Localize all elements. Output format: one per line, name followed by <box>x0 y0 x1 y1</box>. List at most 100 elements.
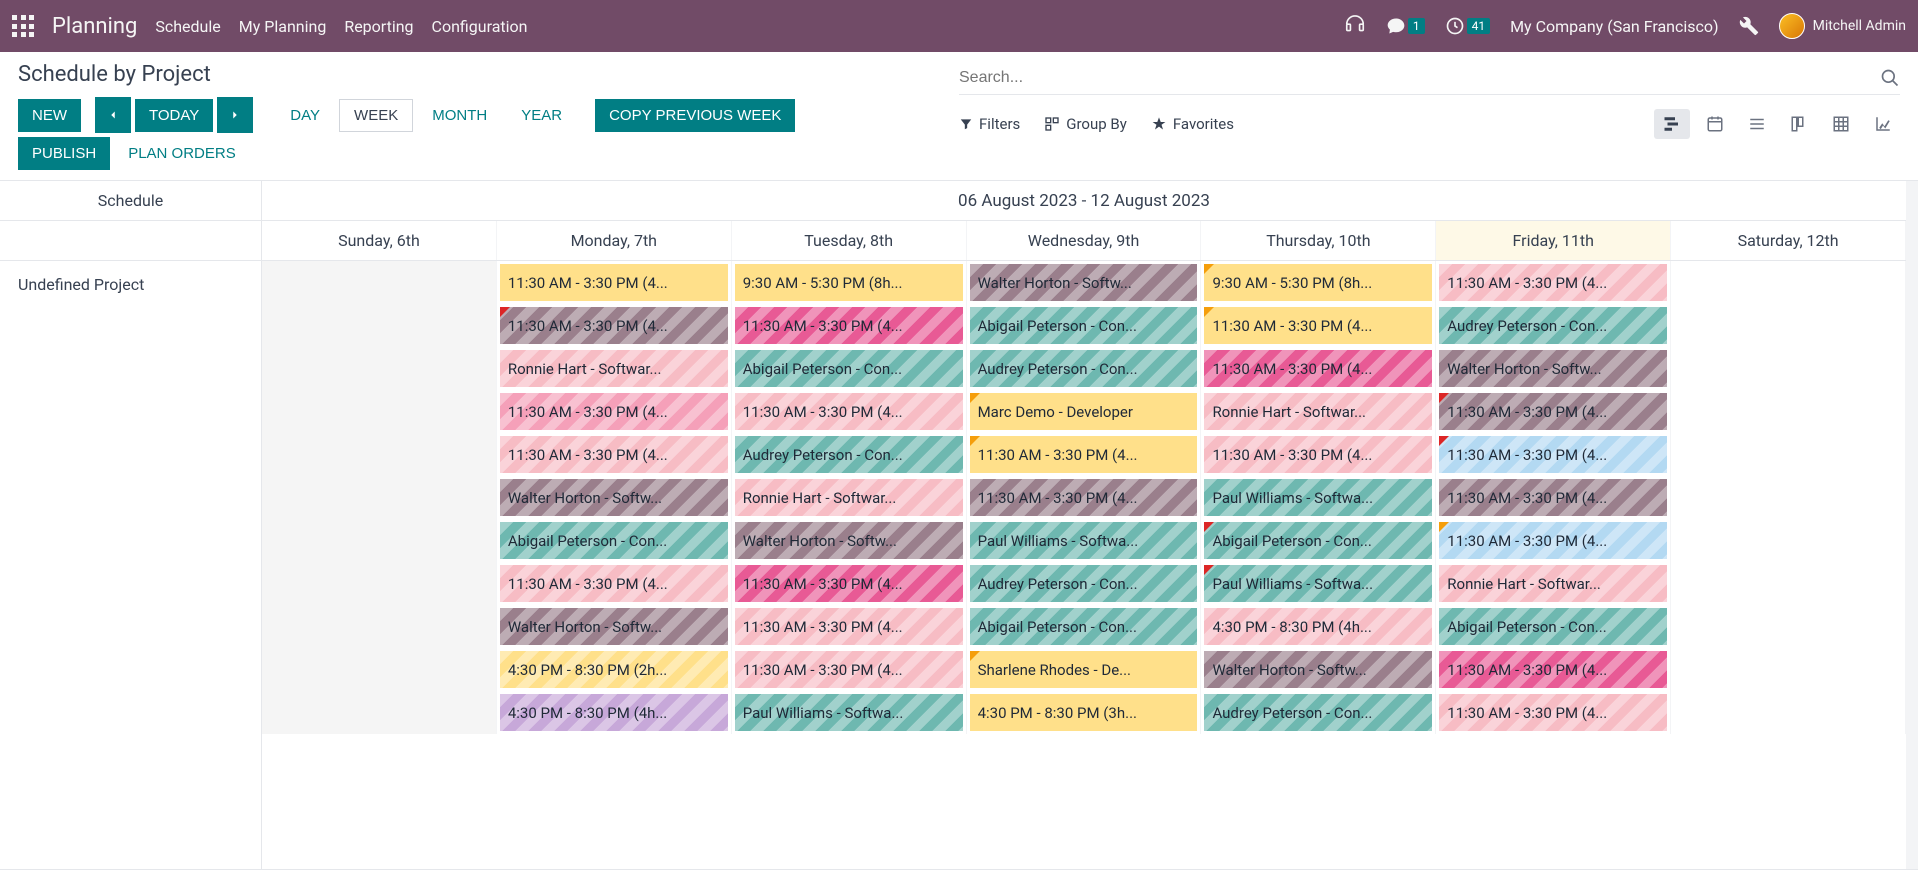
schedule-slot[interactable]: Walter Horton - Softw... <box>1204 651 1432 688</box>
schedule-slot[interactable]: Ronnie Hart - Softwar... <box>1439 565 1667 602</box>
gantt-view-icon[interactable] <box>1654 109 1690 139</box>
schedule-slot[interactable]: Paul Williams - Softwa... <box>1204 479 1432 516</box>
day-header[interactable]: Tuesday, 8th <box>732 221 967 260</box>
schedule-slot[interactable]: 11:30 AM - 3:30 PM (4... <box>970 436 1198 473</box>
schedule-slot[interactable]: 4:30 PM - 8:30 PM (3h... <box>970 694 1198 731</box>
schedule-slot[interactable]: Walter Horton - Softw... <box>500 479 728 516</box>
plan-orders-button[interactable]: PLAN ORDERS <box>114 137 250 170</box>
schedule-slot[interactable]: Abigail Peterson - Con... <box>970 307 1198 344</box>
day-header[interactable]: Saturday, 12th <box>1671 221 1906 260</box>
schedule-slot[interactable]: 4:30 PM - 8:30 PM (4h... <box>500 694 728 731</box>
voip-icon[interactable] <box>1344 15 1366 37</box>
schedule-slot[interactable]: Ronnie Hart - Softwar... <box>735 479 963 516</box>
pivot-view-icon[interactable] <box>1824 109 1858 139</box>
schedule-slot[interactable]: 11:30 AM - 3:30 PM (4... <box>735 608 963 645</box>
date-range: 06 August 2023 - 12 August 2023 <box>262 181 1906 221</box>
schedule-slot[interactable]: 11:30 AM - 3:30 PM (4... <box>500 436 728 473</box>
copy-previous-button[interactable]: COPY PREVIOUS WEEK <box>595 99 795 132</box>
schedule-slot[interactable]: Ronnie Hart - Softwar... <box>500 350 728 387</box>
user-menu[interactable]: Mitchell Admin <box>1779 13 1906 39</box>
schedule-slot[interactable]: 11:30 AM - 3:30 PM (4... <box>500 264 728 301</box>
filters-dropdown[interactable]: Filters <box>959 115 1020 133</box>
schedule-slot[interactable]: 11:30 AM - 3:30 PM (4... <box>735 565 963 602</box>
company-selector[interactable]: My Company (San Francisco) <box>1510 17 1719 36</box>
schedule-slot[interactable]: Abigail Peterson - Con... <box>1204 522 1432 559</box>
schedule-slot[interactable]: 11:30 AM - 3:30 PM (4... <box>735 307 963 344</box>
schedule-slot[interactable]: 11:30 AM - 3:30 PM (4... <box>1439 651 1667 688</box>
schedule-slot[interactable]: Audrey Peterson - Con... <box>970 565 1198 602</box>
favorites-dropdown[interactable]: Favorites <box>1151 115 1234 133</box>
schedule-slot[interactable]: 11:30 AM - 3:30 PM (4... <box>1439 694 1667 731</box>
groupby-dropdown[interactable]: Group By <box>1044 115 1127 133</box>
schedule-slot[interactable]: 4:30 PM - 8:30 PM (4h... <box>1204 608 1432 645</box>
year-scale-button[interactable]: YEAR <box>506 99 577 132</box>
schedule-slot[interactable]: Ronnie Hart - Softwar... <box>1204 393 1432 430</box>
schedule-slot[interactable]: 11:30 AM - 3:30 PM (4... <box>500 393 728 430</box>
page-title: Schedule by Project <box>18 62 959 87</box>
schedule-slot[interactable]: Paul Williams - Softwa... <box>1204 565 1432 602</box>
schedule-slot[interactable]: Walter Horton - Softw... <box>970 264 1198 301</box>
nav-configuration[interactable]: Configuration <box>432 17 528 36</box>
schedule-slot[interactable]: Marc Demo - Developer <box>970 393 1198 430</box>
schedule-slot[interactable]: 11:30 AM - 3:30 PM (4... <box>1439 522 1667 559</box>
day-scale-button[interactable]: DAY <box>275 99 335 132</box>
schedule-slot[interactable]: Abigail Peterson - Con... <box>500 522 728 559</box>
apps-icon[interactable] <box>12 15 34 37</box>
schedule-slot[interactable]: 11:30 AM - 3:30 PM (4... <box>970 479 1198 516</box>
schedule-slot[interactable]: Audrey Peterson - Con... <box>735 436 963 473</box>
schedule-slot[interactable]: 11:30 AM - 3:30 PM (4... <box>1439 479 1667 516</box>
week-scale-button[interactable]: WEEK <box>339 99 413 132</box>
messages-icon[interactable]: 1 <box>1386 16 1425 36</box>
schedule-slot[interactable]: 11:30 AM - 3:30 PM (4... <box>735 651 963 688</box>
schedule-slot[interactable]: Walter Horton - Softw... <box>735 522 963 559</box>
next-button[interactable] <box>217 97 253 133</box>
day-header[interactable]: Friday, 11th <box>1436 221 1671 260</box>
schedule-slot[interactable]: Abigail Peterson - Con... <box>1439 608 1667 645</box>
debug-icon[interactable] <box>1739 16 1759 36</box>
schedule-slot[interactable]: 11:30 AM - 3:30 PM (4... <box>735 393 963 430</box>
list-view-icon[interactable] <box>1740 109 1774 139</box>
month-scale-button[interactable]: MONTH <box>417 99 502 132</box>
schedule-slot[interactable]: Sharlene Rhodes - De... <box>970 651 1198 688</box>
publish-button[interactable]: PUBLISH <box>18 137 110 170</box>
day-header[interactable]: Sunday, 6th <box>262 221 497 260</box>
schedule-slot[interactable]: Walter Horton - Softw... <box>500 608 728 645</box>
nav-schedule[interactable]: Schedule <box>155 17 220 36</box>
schedule-slot[interactable]: Audrey Peterson - Con... <box>970 350 1198 387</box>
prev-button[interactable] <box>95 97 131 133</box>
row-label[interactable]: Undefined Project <box>0 261 261 308</box>
schedule-slot[interactable]: 9:30 AM - 5:30 PM (8h... <box>735 264 963 301</box>
schedule-slot[interactable]: Paul Williams - Softwa... <box>970 522 1198 559</box>
schedule-slot[interactable]: 9:30 AM - 5:30 PM (8h... <box>1204 264 1432 301</box>
schedule-slot[interactable]: 4:30 PM - 8:30 PM (2h... <box>500 651 728 688</box>
day-header[interactable]: Thursday, 10th <box>1201 221 1436 260</box>
schedule-slot[interactable]: 11:30 AM - 3:30 PM (4... <box>500 307 728 344</box>
schedule-slot[interactable]: Abigail Peterson - Con... <box>735 350 963 387</box>
schedule-slot[interactable]: Paul Williams - Softwa... <box>735 694 963 731</box>
graph-view-icon[interactable] <box>1866 109 1900 139</box>
schedule-slot[interactable]: 11:30 AM - 3:30 PM (4... <box>1439 436 1667 473</box>
schedule-slot[interactable]: Abigail Peterson - Con... <box>970 608 1198 645</box>
activities-icon[interactable]: 41 <box>1445 16 1491 36</box>
schedule-slot[interactable]: 11:30 AM - 3:30 PM (4... <box>1204 350 1432 387</box>
kanban-view-icon[interactable] <box>1782 109 1816 139</box>
new-button[interactable]: NEW <box>18 99 81 132</box>
app-name[interactable]: Planning <box>52 14 137 39</box>
search-icon[interactable] <box>1880 68 1900 88</box>
nav-reporting[interactable]: Reporting <box>344 17 413 36</box>
calendar-view-icon[interactable] <box>1698 109 1732 139</box>
side-header: Schedule <box>0 181 261 221</box>
schedule-slot[interactable]: Walter Horton - Softw... <box>1439 350 1667 387</box>
day-header[interactable]: Monday, 7th <box>497 221 732 260</box>
search-input[interactable] <box>959 69 1880 87</box>
schedule-slot[interactable]: 11:30 AM - 3:30 PM (4... <box>1204 307 1432 344</box>
today-button[interactable]: TODAY <box>135 99 213 132</box>
schedule-slot[interactable]: 11:30 AM - 3:30 PM (4... <box>1439 393 1667 430</box>
schedule-slot[interactable]: 11:30 AM - 3:30 PM (4... <box>500 565 728 602</box>
schedule-slot[interactable]: Audrey Peterson - Con... <box>1204 694 1432 731</box>
schedule-slot[interactable]: Audrey Peterson - Con... <box>1439 307 1667 344</box>
schedule-slot[interactable]: 11:30 AM - 3:30 PM (4... <box>1204 436 1432 473</box>
nav-my-planning[interactable]: My Planning <box>239 17 327 36</box>
day-header[interactable]: Wednesday, 9th <box>967 221 1202 260</box>
schedule-slot[interactable]: 11:30 AM - 3:30 PM (4... <box>1439 264 1667 301</box>
